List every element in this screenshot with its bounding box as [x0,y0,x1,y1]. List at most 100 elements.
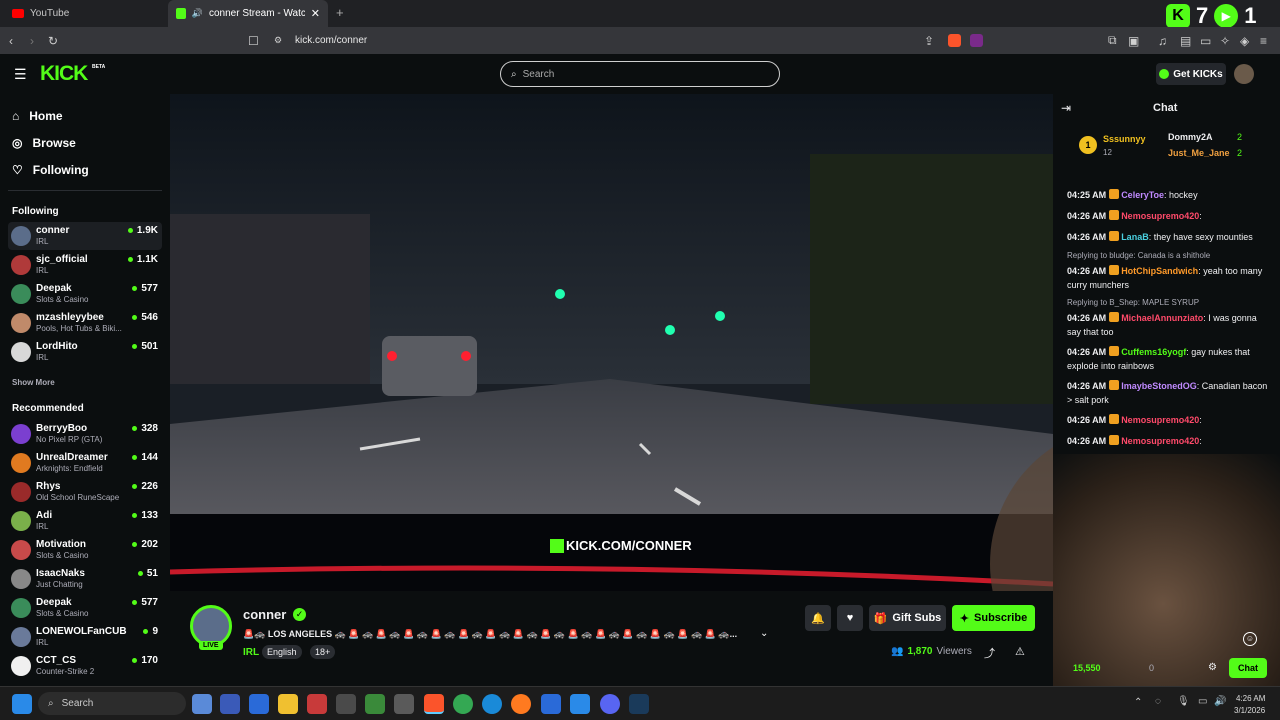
microphone-icon[interactable]: 🎙 [1177,696,1190,707]
search-input[interactable]: ⌕ Search [500,61,780,87]
chat-message[interactable]: 04:26 AM Nemosupremo420: [1067,209,1273,223]
chat-message[interactable]: 04:26 AM LanaB: they have sexy mounties [1067,230,1273,244]
clock-time[interactable]: 4:26 AM [1236,694,1265,703]
notification-button[interactable]: 🔔 [805,605,831,631]
sidebar-icon[interactable]: ▤ [1180,34,1191,48]
follow-button[interactable]: ♥ [837,605,863,631]
leader-3-name[interactable]: Just_Me_Jane [1168,148,1230,158]
sidebar-channel-isaacnaks[interactable]: IsaacNaks Just Chatting 51 [8,565,162,593]
sidebar-channel-deepak[interactable]: Deepak Slots & Casino 577 [8,594,162,622]
back-icon[interactable]: ‹ [9,34,13,48]
network-icon[interactable]: ▭ [1198,696,1207,707]
hamburger-icon[interactable]: ☰ [14,66,27,83]
chat-username[interactable]: LanaB [1121,232,1149,242]
steam-icon[interactable] [629,694,649,714]
gift-subs-button[interactable]: 🎁 Gift Subs [869,605,946,631]
app-icon[interactable] [394,694,414,714]
screenshot-icon[interactable]: ▣ [1128,34,1139,48]
tray-chevron-icon[interactable]: ⌃ [1134,697,1142,708]
video-player[interactable]: KICK.COM/CONNER [170,94,1053,591]
reload-icon[interactable]: ↻ [48,34,58,48]
sidebar-item-browse[interactable]: ◎ Browse [12,136,76,150]
leader-2-name[interactable]: Dommy2A [1168,132,1213,142]
sidebar-channel-lonewolfancub[interactable]: LONEWOLFanCUB IRL 9 [8,623,162,651]
kick-logo[interactable]: KICK [40,62,88,86]
app-icon[interactable] [541,694,561,714]
discord-icon[interactable] [600,694,620,714]
share-icon[interactable]: ⤴ [984,645,995,661]
windows-start-icon[interactable] [12,694,32,714]
chat-username[interactable]: Nemosupremo420 [1121,415,1199,425]
chat-username[interactable]: MichaelAnnunziato [1121,313,1203,323]
user-avatar[interactable] [1234,64,1254,84]
subscribe-button[interactable]: ✦ Subscribe [952,605,1035,631]
tag-18plus[interactable]: 18+ [310,645,336,659]
chat-message[interactable]: 04:26 AM Nemosupremo420: [1067,434,1273,448]
expand-title-icon[interactable]: ⌄ [760,628,768,639]
chat-username[interactable]: Nemosupremo420 [1121,211,1199,221]
close-tab-icon[interactable]: ✕ [311,7,320,20]
tab-youtube[interactable]: YouTube [4,0,164,27]
chat-username[interactable]: Nemosupremo420 [1121,436,1199,446]
menu-icon[interactable]: ≡ [1260,34,1267,48]
vpn-icon[interactable]: ◈ [1240,34,1249,48]
bookmark-icon[interactable]: ☐ [248,34,259,48]
chat-message[interactable]: 04:25 AM CeleryToe: hockey [1067,188,1273,202]
chat-username[interactable]: HotChipSandwich [1121,266,1198,276]
tag-english[interactable]: English [262,645,302,659]
edge-icon[interactable] [482,694,502,714]
task-view-icon[interactable] [192,694,212,714]
vscode-icon[interactable] [570,694,590,714]
sidebar-channel-sjc_official[interactable]: sjc_official IRL 1.1K [8,251,162,279]
chat-username[interactable]: Cuffems16yogf [1121,347,1186,357]
new-tab-button[interactable]: + [336,5,344,20]
app-icon[interactable] [249,694,269,714]
sidebar-channel-lordhito[interactable]: LordHito IRL 501 [8,338,162,366]
forward-icon[interactable]: › [30,34,34,48]
chat-message[interactable]: 04:26 AM HotChipSandwich: yeah too many c… [1067,264,1273,292]
reply-context[interactable]: Replying to B_Shep: MAPLE SYRUP [1067,298,1199,307]
widgets-icon[interactable] [220,694,240,714]
chat-settings-icon[interactable]: ⚙ [1208,662,1217,673]
clock-date[interactable]: 3/1/2026 [1234,706,1265,715]
sidebar-channel-mzashleyybee[interactable]: mzashleyybee Pools, Hot Tubs & Biki... 546 [8,309,162,337]
share-icon[interactable]: ⇪ [924,34,934,48]
app-icon[interactable] [307,694,327,714]
chat-username[interactable]: CeleryToe [1121,190,1164,200]
sidebar-channel-berryyboo[interactable]: BerryyBoo No Pixel RP (GTA) 328 [8,420,162,448]
firefox-icon[interactable] [511,694,531,714]
brave-browser-icon[interactable] [424,694,444,714]
chrome-icon[interactable] [453,694,473,714]
brave-shields-icon[interactable] [948,34,961,47]
app-icon[interactable] [336,694,356,714]
sidebar-item-home[interactable]: ⌂ Home [12,109,63,123]
reply-context[interactable]: Replying to bludge: Canada is a shithole [1067,251,1210,260]
emote-icon[interactable]: ☺ [1243,632,1257,646]
speaker-icon[interactable]: 🔊 [192,8,203,19]
file-explorer-icon[interactable] [278,694,298,714]
sidebar-channel-unrealdreamer[interactable]: UnrealDreamer Arknights: Endfield 144 [8,449,162,477]
streamer-name[interactable]: conner [243,607,286,622]
leader-name[interactable]: Sssunnyy [1103,134,1146,144]
sidebar-channel-adi[interactable]: Adi IRL 133 [8,507,162,535]
site-info-icon[interactable]: ⚙ [274,35,282,46]
media-icon[interactable]: ♫ [1158,34,1167,48]
leo-icon[interactable]: ✧ [1220,34,1230,48]
chat-send-button[interactable]: Chat [1229,658,1267,678]
chat-message[interactable]: 04:26 AM MichaelAnnunziato: I was gonna s… [1067,311,1273,339]
app-icon[interactable] [365,694,385,714]
sidebar-item-following[interactable]: ♡ Following [12,163,89,177]
show-more-link[interactable]: Show More [12,378,55,387]
chat-message[interactable]: 04:26 AM ImaybeStonedOG: Canadian bacon >… [1067,379,1273,407]
sidebar-channel-cct_cs[interactable]: CCT_CS Counter-Strike 2 170 [8,652,162,680]
sidebar-channel-motivation[interactable]: Motivation Slots & Casino 202 [8,536,162,564]
report-icon[interactable]: ⚠ [1015,645,1025,658]
tab-kick-conner[interactable]: 🔊 conner Stream - Watch Live o ✕ [168,0,328,27]
get-kicks-button[interactable]: Get KICKs [1156,63,1226,85]
sidebar-channel-conner[interactable]: conner IRL 1.9K [8,222,162,250]
url-text[interactable]: kick.com/conner [295,35,367,46]
tray-icon[interactable]: ◌ [1155,696,1161,707]
brave-rewards-icon[interactable] [970,34,983,47]
sidebar-channel-rhys[interactable]: Rhys Old School RuneScape 226 [8,478,162,506]
taskbar-search[interactable]: ⌕ Search [38,692,186,715]
